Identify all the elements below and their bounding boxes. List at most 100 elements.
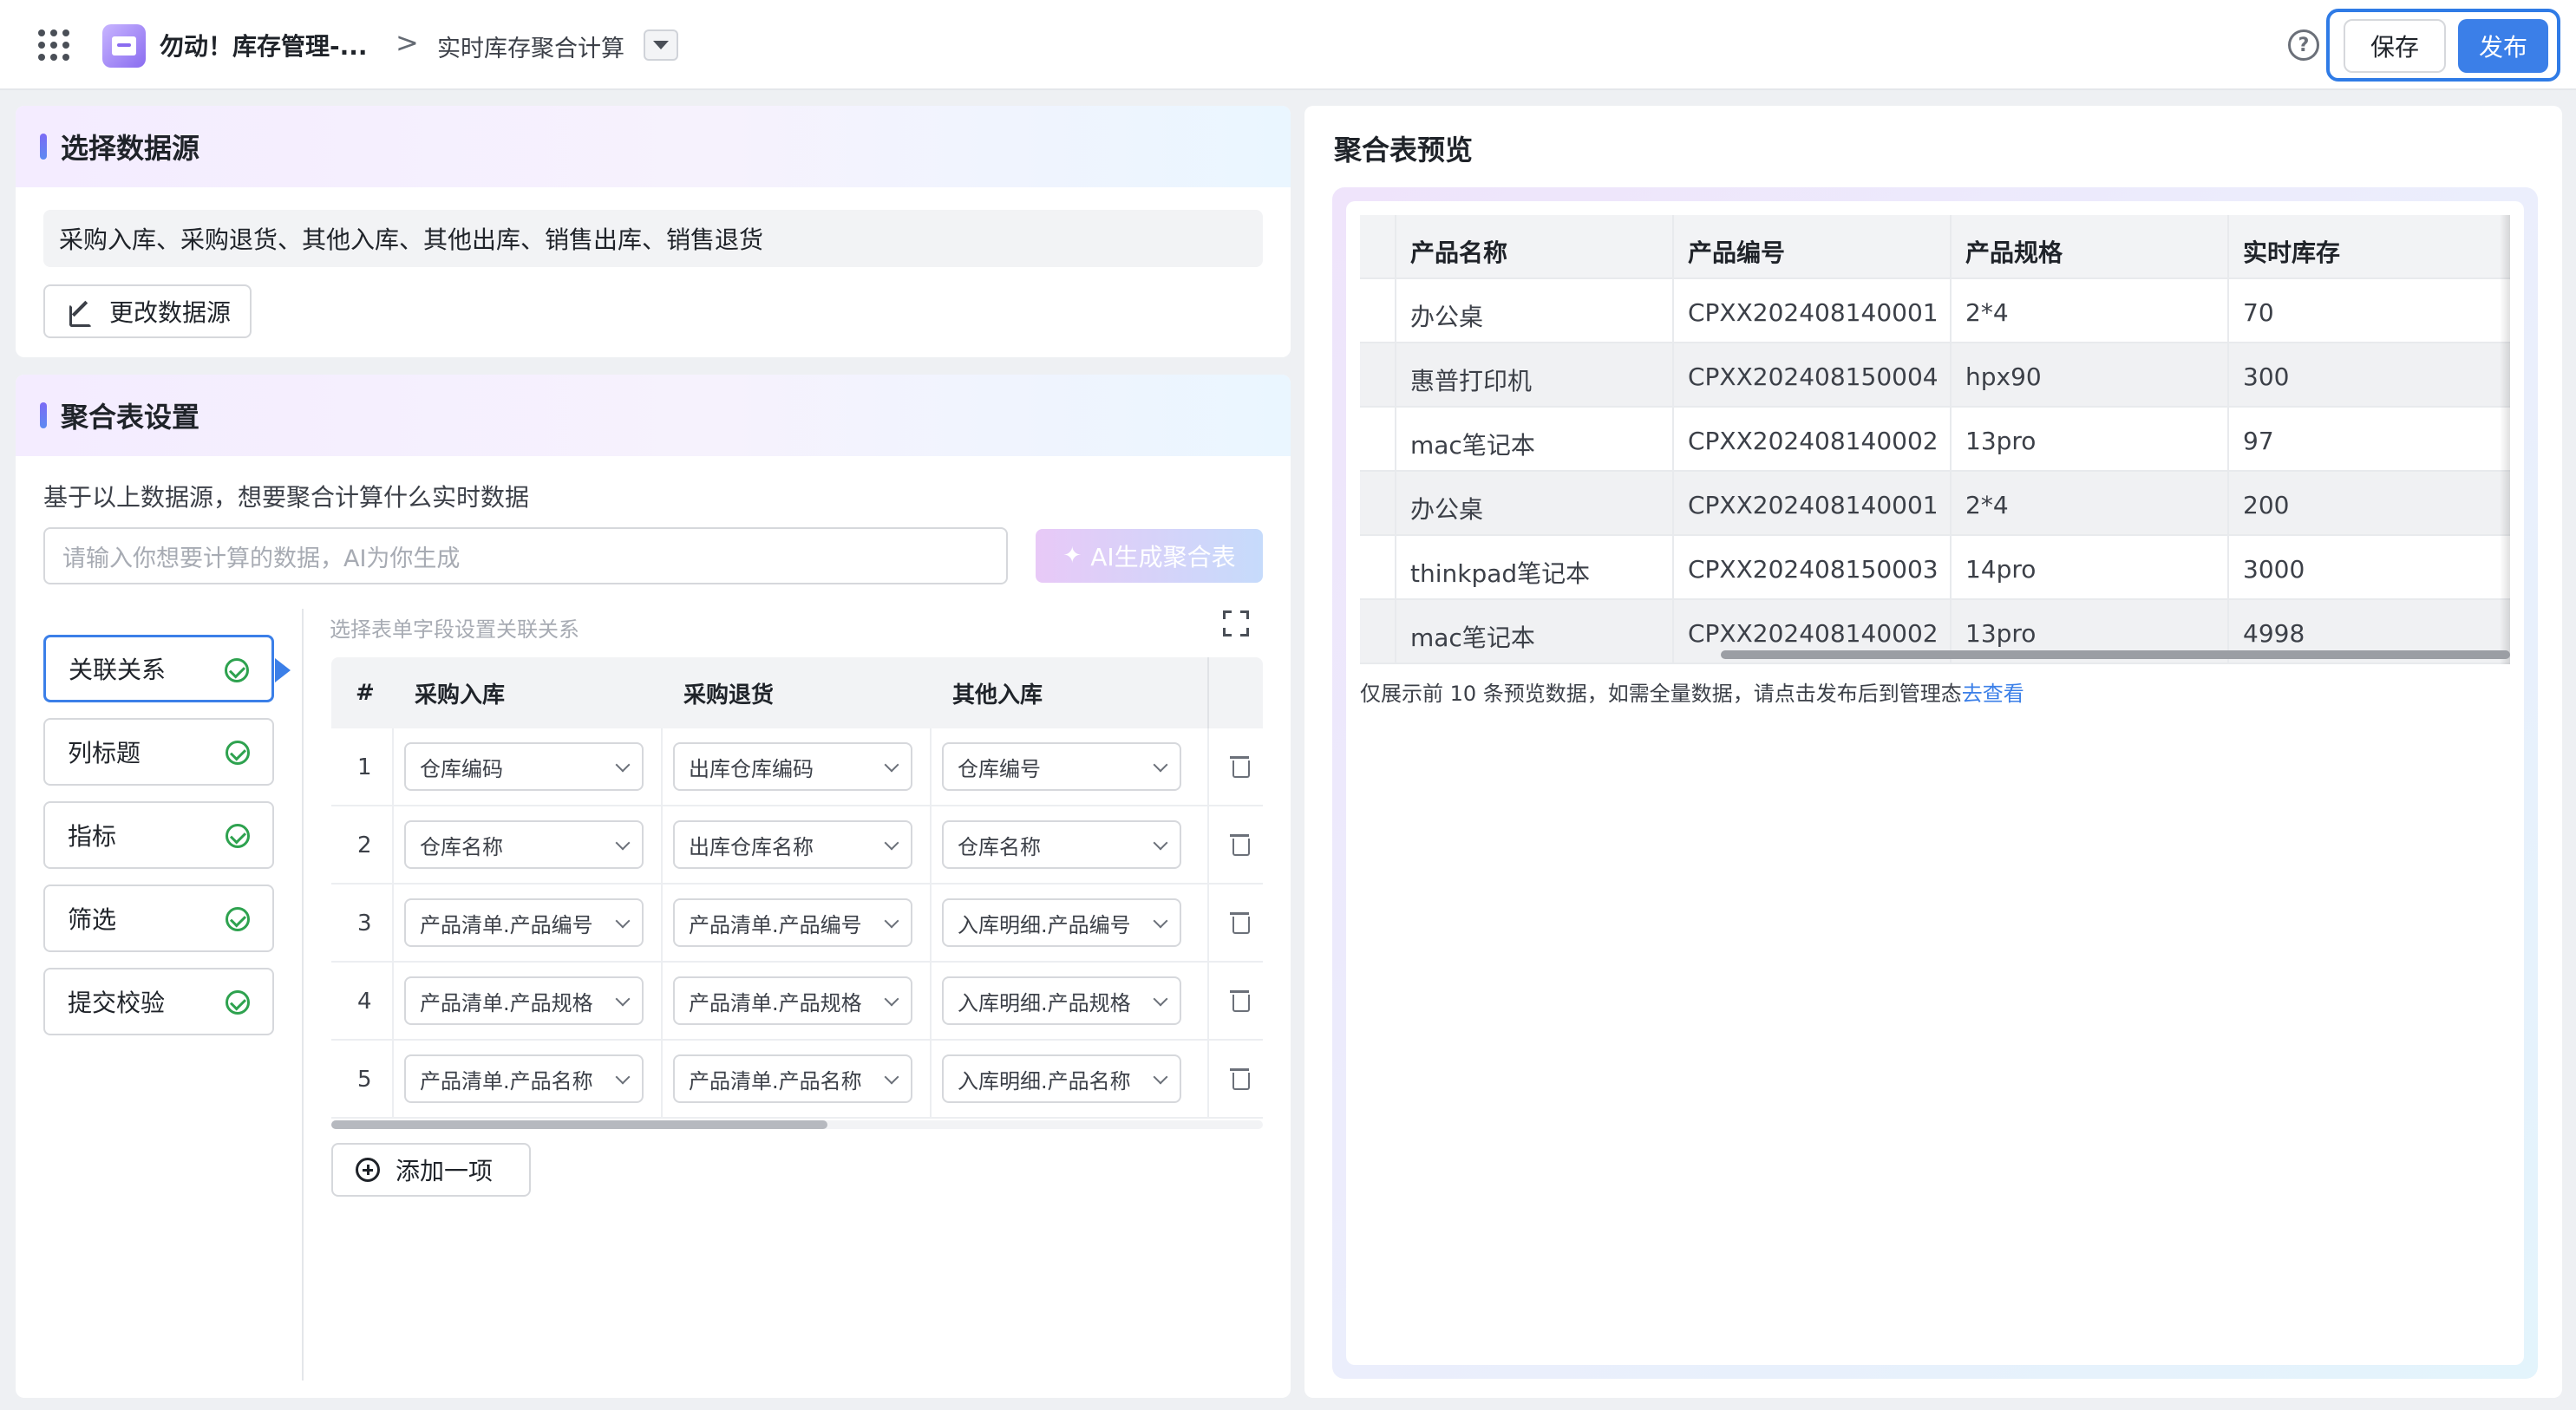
cell-divider	[1950, 343, 1952, 408]
save-button[interactable]: 保存	[2344, 19, 2446, 73]
column-header: 其他入库	[952, 682, 1043, 708]
row-number: 3	[357, 911, 372, 937]
cell-divider	[2227, 408, 2229, 472]
cell-divider	[1950, 536, 1952, 600]
horizontal-scrollbar[interactable]	[331, 1120, 1263, 1129]
cell-stock: 300	[2243, 362, 2290, 391]
selected-sources: 采购入库、采购退货、其他入库、其他出库、销售出库、销售退货	[43, 210, 1263, 267]
field-select[interactable]: 产品清单.产品名称	[404, 1054, 644, 1103]
publish-button[interactable]: 发布	[2458, 19, 2548, 73]
cell-product-code: CPXX202408140001	[1688, 491, 1939, 519]
delete-icon[interactable]	[1230, 911, 1250, 934]
tab-label: 指标	[68, 822, 117, 851]
ai-generate-button[interactable]: ✦ AI生成聚合表	[1036, 529, 1263, 583]
table-row: 5 产品清单.产品名称 产品清单.产品名称 入库明细.产品名称	[331, 1041, 1263, 1119]
cell-divider	[1672, 472, 1674, 536]
page-title: 实时库存聚合计算	[437, 36, 624, 62]
tab-column-titles[interactable]: 列标题	[43, 718, 274, 786]
cell-divider	[1672, 279, 1674, 343]
relation-table: # 采购入库 采购退货 其他入库 1 仓库编码 出库仓库编码 仓库编号 2 仓库…	[331, 657, 1263, 1131]
cell-product-name: mac笔记本	[1410, 623, 1535, 652]
preview-title: 聚合表预览	[1334, 134, 1474, 166]
field-select[interactable]: 产品清单.产品编号	[404, 898, 644, 947]
field-select[interactable]: 入库明细.产品规格	[942, 976, 1181, 1025]
preview-table-header: 产品名称 产品编号 产品规格 实时库存	[1360, 215, 2510, 279]
tab-filter[interactable]: 筛选	[43, 885, 274, 952]
field-select[interactable]: 出库仓库编码	[673, 742, 912, 791]
table-row: 4 产品清单.产品规格 产品清单.产品规格 入库明细.产品规格	[331, 963, 1263, 1041]
cell-product-name: mac笔记本	[1410, 431, 1535, 460]
field-select[interactable]: 仓库名称	[942, 820, 1181, 869]
cell-divider	[1950, 279, 1952, 343]
field-select[interactable]: 仓库编号	[942, 742, 1181, 791]
tab-submit-validation[interactable]: 提交校验	[43, 968, 274, 1035]
field-select[interactable]: 产品清单.产品规格	[404, 976, 644, 1025]
cell-stock: 200	[2243, 491, 2290, 519]
field-select[interactable]: 入库明细.产品编号	[942, 898, 1181, 947]
field-select[interactable]: 仓库编码	[404, 742, 644, 791]
tab-label: 筛选	[68, 905, 117, 934]
aggregate-description: 基于以上数据源，想要聚合计算什么实时数据	[43, 483, 530, 512]
app-grid-icon[interactable]	[38, 29, 69, 61]
cell-divider	[661, 963, 663, 1041]
cell-divider	[1672, 536, 1674, 600]
check-circle-icon	[226, 907, 250, 931]
field-select[interactable]: 产品清单.产品名称	[673, 1054, 912, 1103]
row-gutter	[1360, 536, 1396, 600]
expand-icon[interactable]	[1223, 610, 1249, 636]
preview-note-text: 仅展示前 10 条预览数据，如需全量数据，请点击发布后到管理态	[1360, 682, 1962, 706]
cell-divider	[1950, 408, 1952, 472]
cell-divider	[392, 806, 394, 885]
table-row: 2 仓库名称 出库仓库名称 仓库名称	[331, 806, 1263, 885]
delete-icon[interactable]	[1230, 754, 1250, 778]
data-source-panel: 选择数据源 采购入库、采购退货、其他入库、其他出库、销售出库、销售退货 更改数据…	[16, 106, 1291, 357]
cell-product-name: thinkpad笔记本	[1410, 559, 1591, 588]
magic-wand-icon: ✦	[1062, 543, 1082, 569]
data-source-header: 选择数据源	[16, 106, 1291, 187]
row-number: 1	[357, 754, 372, 780]
cell-product-spec: 13pro	[1965, 619, 2037, 648]
cell-product-spec: 14pro	[1965, 555, 2037, 584]
preview-frame: 产品名称 产品编号 产品规格 实时库存 办公桌 CPXX202408140001…	[1332, 187, 2538, 1379]
field-select[interactable]: 产品清单.产品规格	[673, 976, 912, 1025]
field-select[interactable]: 入库明细.产品名称	[942, 1054, 1181, 1103]
table-row: thinkpad笔记本 CPXX202408150003 14pro 3000	[1360, 536, 2510, 600]
edit-icon	[68, 299, 92, 327]
column-header: 产品规格	[1965, 238, 2063, 267]
delete-icon[interactable]	[1230, 989, 1250, 1012]
field-select[interactable]: 出库仓库名称	[673, 820, 912, 869]
table-row: 惠普打印机 CPXX202408150004 hpx90 300	[1360, 343, 2510, 408]
table-row: 1 仓库编码 出库仓库编码 仓库编号	[331, 728, 1263, 806]
ai-generate-label: AI生成聚合表	[1090, 543, 1236, 571]
app-title[interactable]: 勿动！库存管理-...	[160, 28, 368, 62]
cell-stock: 4998	[2243, 619, 2305, 648]
delete-icon[interactable]	[1230, 1067, 1250, 1090]
cell-product-name: 办公桌	[1410, 495, 1484, 524]
tab-metrics[interactable]: 指标	[43, 801, 274, 869]
check-circle-icon	[225, 658, 249, 682]
app-logo-icon	[102, 24, 146, 68]
field-select[interactable]: 仓库名称	[404, 820, 644, 869]
add-item-button[interactable]: 添加一项	[331, 1143, 531, 1197]
cell-divider	[2227, 472, 2229, 536]
cell-product-name: 惠普打印机	[1410, 367, 1533, 395]
help-icon[interactable]: ?	[2288, 29, 2319, 61]
plus-circle-icon	[356, 1158, 380, 1182]
delete-icon[interactable]	[1230, 832, 1250, 856]
tab-relations[interactable]: 关联关系	[43, 635, 291, 702]
row-gutter	[1360, 279, 1396, 343]
preview-note: 仅展示前 10 条预览数据，如需全量数据，请点击发布后到管理态去查看	[1360, 676, 2024, 707]
horizontal-scrollbar[interactable]	[1360, 650, 2510, 659]
check-circle-icon	[226, 741, 250, 765]
row-gutter	[1360, 408, 1396, 472]
cell-divider	[930, 885, 932, 963]
cell-stock: 97	[2243, 427, 2274, 455]
cell-divider	[1950, 215, 1952, 279]
page-dropdown-button[interactable]	[644, 29, 678, 61]
field-select[interactable]: 产品清单.产品编号	[673, 898, 912, 947]
column-header: 实时库存	[2243, 238, 2341, 267]
view-link[interactable]: 去查看	[1962, 682, 2024, 706]
cell-divider	[2227, 215, 2229, 279]
change-source-button[interactable]: 更改数据源	[43, 284, 252, 338]
ai-prompt-input[interactable]: 请输入你想要计算的数据，AI为你生成	[43, 527, 1008, 584]
